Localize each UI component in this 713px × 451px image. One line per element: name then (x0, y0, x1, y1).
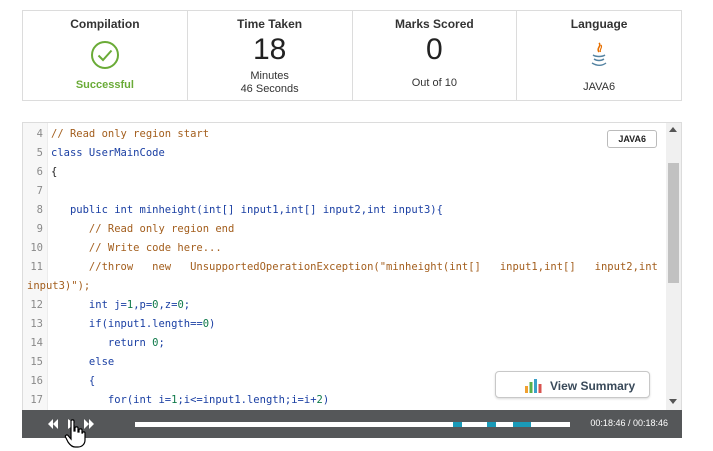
code-text: // Write code here... (51, 242, 222, 254)
code-text: //throw new UnsupportedOperationExceptio… (51, 261, 658, 273)
code-line: 13 if(input1.length==0) (23, 315, 668, 334)
code-text: class UserMainCode (51, 147, 165, 159)
line-number: 15 (30, 356, 43, 368)
timeline-marker[interactable] (513, 422, 532, 427)
code-line: 9 // Read only region end (23, 220, 668, 239)
timeline-marker[interactable] (452, 422, 462, 427)
code-text: if(input1.length==0) (51, 318, 216, 330)
language-stat: Language JAVA6 (517, 11, 681, 100)
compilation-status: Successful (75, 79, 134, 91)
marks-scored-stat: Marks Scored 0 Out of 10 (353, 11, 518, 100)
code-text: // Read only region start (51, 128, 210, 140)
bar-chart-icon (525, 379, 542, 393)
code-text: public int minheight(int[] input1,int[] … (51, 204, 443, 216)
code-editor[interactable]: 4 // Read only region start 5 class UserMai… (22, 122, 682, 410)
scroll-thumb[interactable] (668, 163, 679, 283)
code-content[interactable]: 4 // Read only region start 5 class UserMai… (23, 125, 668, 410)
line-number: 7 (36, 185, 43, 197)
time-taken-title: Time Taken (237, 17, 303, 31)
java-icon (591, 42, 607, 66)
language-name: JAVA6 (583, 81, 616, 93)
view-summary-button[interactable]: View Summary (495, 371, 650, 398)
playback-bar: 00:18:46 / 00:18:46 (22, 410, 682, 438)
code-text: else (51, 356, 115, 368)
line-number: 13 (30, 318, 43, 330)
line-number: 4 (36, 128, 43, 140)
time-taken-unit: Minutes (250, 70, 289, 82)
time-taken-detail: 46 Seconds (240, 83, 299, 95)
code-line: 4 // Read only region start (23, 125, 668, 144)
scroll-down-icon[interactable] (669, 399, 677, 404)
playback-timeline[interactable] (135, 422, 570, 427)
code-line: 10 // Write code here... (23, 239, 668, 258)
scroll-up-icon[interactable] (669, 127, 677, 132)
code-text: { (51, 375, 96, 387)
line-number: 6 (36, 166, 43, 178)
compilation-title: Compilation (70, 17, 140, 31)
line-number: 11 (30, 261, 43, 273)
time-taken-value: 18 (252, 33, 287, 66)
code-line: 11 //throw new UnsupportedOperationExcep… (23, 258, 668, 277)
time-taken-stat: Time Taken 18 Minutes 46 Seconds (188, 11, 353, 100)
editor-scrollbar[interactable] (666, 123, 681, 410)
line-number: 16 (30, 375, 43, 387)
editor-language-badge: JAVA6 (607, 130, 657, 148)
language-title: Language (570, 17, 628, 31)
code-text: for(int i=1;i<=input1.length;i=i+2) (51, 394, 330, 406)
code-line: 6{ (23, 163, 668, 182)
line-number: 9 (36, 223, 43, 235)
marks-scored-value: 0 (426, 33, 443, 66)
code-text: { (51, 166, 58, 178)
code-line: 8 public int minheight(int[] input1,int[… (23, 201, 668, 220)
code-line: 12 int j=1,p=0,z=0; (23, 296, 668, 315)
code-line: 15 else (23, 353, 668, 372)
code-line: 5 class UserMainCode (23, 144, 668, 163)
line-number: 10 (30, 242, 43, 254)
result-stats-panel: Compilation Successful Time Taken 18 Min… (22, 10, 682, 101)
line-number: 5 (36, 147, 43, 159)
code-line: 14 return 0; (23, 334, 668, 353)
code-text: input3)"); (27, 280, 91, 292)
line-number: 12 (30, 299, 43, 311)
line-number: 17 (30, 394, 43, 406)
line-number: 8 (36, 204, 43, 216)
playback-time: 00:18:46 / 00:18:46 (590, 418, 668, 428)
line-number: 14 (30, 337, 43, 349)
marks-scored-detail: Out of 10 (411, 77, 457, 89)
view-summary-label: View Summary (550, 379, 636, 393)
code-text: // Read only region end (51, 223, 235, 235)
timeline-marker[interactable] (487, 422, 497, 427)
code-text: return 0; (51, 337, 165, 349)
code-line: 7 (23, 182, 668, 201)
check-circle-icon (90, 41, 119, 69)
code-line: input3)"); (23, 277, 668, 296)
marks-scored-title: Marks Scored (395, 17, 474, 31)
compilation-stat: Compilation Successful (23, 11, 188, 100)
code-text: int j=1,p=0,z=0; (51, 299, 191, 311)
hand-cursor-icon (64, 419, 86, 448)
